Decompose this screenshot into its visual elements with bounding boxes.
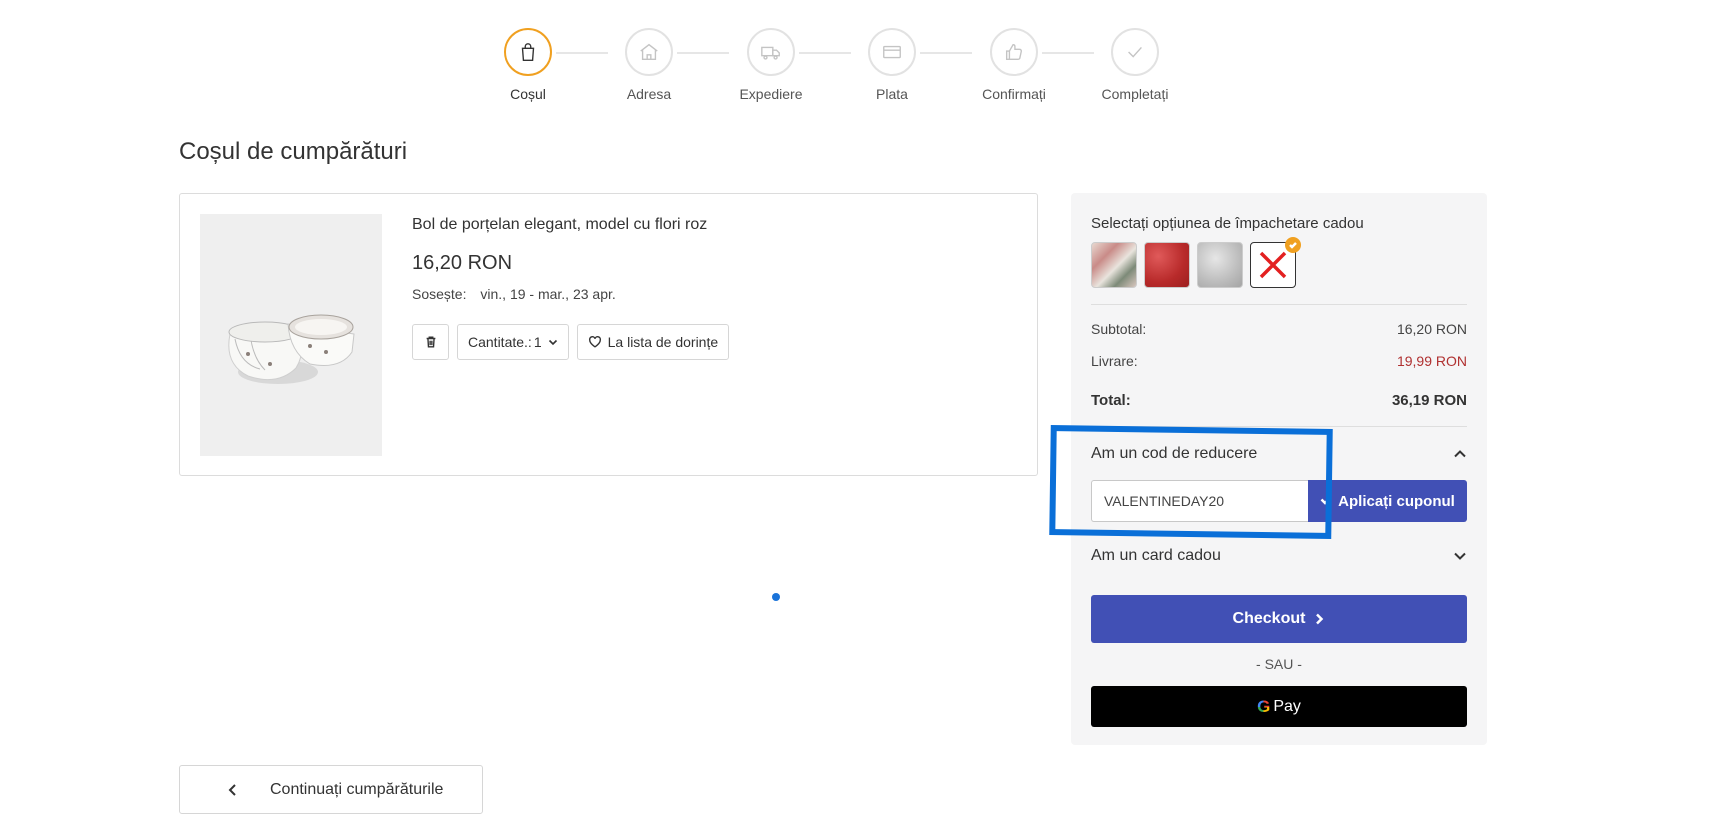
page-title: Coșul de cumpărături xyxy=(179,138,408,165)
chevron-down-icon xyxy=(1454,552,1466,560)
google-pay-button[interactable]: G Pay xyxy=(1091,686,1467,727)
step-label: Confirmați xyxy=(982,86,1046,102)
coupon-accordion-header[interactable]: Am un cod de reducere xyxy=(1091,445,1467,463)
order-summary-panel: Selectați opțiunea de împachetare cadou … xyxy=(1071,193,1487,745)
google-g-icon: G xyxy=(1257,696,1271,716)
chevron-left-icon xyxy=(228,783,236,796)
gift-wrap-red[interactable] xyxy=(1144,242,1190,288)
wishlist-label: La lista de dorințe xyxy=(607,334,719,350)
thumbs-up-icon xyxy=(990,28,1038,76)
quantity-select[interactable]: Cantitate.: 1 xyxy=(457,324,569,360)
product-price: 16,20 RON xyxy=(412,252,513,274)
checkout-label: Checkout xyxy=(1232,610,1306,627)
step-cart[interactable]: Coșul xyxy=(468,28,588,102)
checkout-stepper: Coșul Adresa Expediere Plata Confirmați … xyxy=(0,28,1709,108)
step-address[interactable]: Adresa xyxy=(589,28,709,102)
continue-shopping-button[interactable]: Continuați cumpărăturile xyxy=(179,765,483,814)
gpay-label: Pay xyxy=(1273,697,1301,715)
step-payment[interactable]: Plata xyxy=(832,28,952,102)
truck-icon xyxy=(747,28,795,76)
gift-wrap-floral[interactable] xyxy=(1091,242,1137,288)
coupon-form: Aplicați cuponul xyxy=(1091,480,1467,522)
credit-card-icon xyxy=(868,28,916,76)
total-value: 36,19 RON xyxy=(1391,392,1467,409)
product-name[interactable]: Bol de porțelan elegant, model cu flori … xyxy=(412,216,707,234)
total-row: Total: 36,19 RON xyxy=(1091,392,1467,409)
item-actions: Cantitate.: 1 La lista de dorințe xyxy=(412,324,730,360)
or-separator: - SAU - xyxy=(1256,656,1302,672)
shipping-value: 19,99 RON xyxy=(1396,353,1467,369)
step-label: Adresa xyxy=(626,86,672,102)
home-icon xyxy=(625,28,673,76)
total-label: Total: xyxy=(1091,392,1131,409)
product-image[interactable] xyxy=(200,214,382,456)
subtotal-row: Subtotal: 16,20 RON xyxy=(1091,321,1467,337)
gift-wrap-options xyxy=(1091,237,1301,288)
step-label: Expediere xyxy=(739,86,803,102)
step-label: Completați xyxy=(1101,86,1169,102)
gift-wrap-title: Selectați opțiunea de împachetare cadou xyxy=(1091,215,1364,232)
quantity-label: Cantitate.: xyxy=(468,334,532,350)
trash-icon xyxy=(426,336,435,348)
step-confirm[interactable]: Confirmați xyxy=(954,28,1074,102)
apply-coupon-button[interactable]: Aplicați cuponul xyxy=(1308,480,1467,522)
subtotal-label: Subtotal: xyxy=(1091,321,1147,337)
red-x-icon xyxy=(1259,251,1287,279)
delivery-dates: vin., 19 - mar., 23 apr. xyxy=(480,286,616,302)
subtotal-value: 16,20 RON xyxy=(1396,321,1467,337)
checkmark-icon xyxy=(1289,242,1297,249)
giftcard-header-label: Am un card cadou xyxy=(1091,547,1221,564)
continue-shopping-label: Continuați cumpărăturile xyxy=(270,780,444,798)
coupon-code-input[interactable] xyxy=(1091,480,1308,522)
divider xyxy=(1091,426,1467,427)
pagination-dot[interactable] xyxy=(772,593,780,601)
checkmark-icon xyxy=(1111,28,1159,76)
gift-wrap-none[interactable] xyxy=(1250,237,1301,288)
quantity-value: 1 xyxy=(533,334,542,350)
coupon-header-label: Am un cod de reducere xyxy=(1091,445,1258,462)
shipping-row: Livrare: 19,99 RON xyxy=(1091,353,1467,369)
divider xyxy=(1091,304,1467,305)
step-label: Coșul xyxy=(510,86,546,102)
selected-check-badge xyxy=(1285,237,1301,253)
chevron-up-icon xyxy=(1454,450,1466,458)
delivery-label: Sosește: xyxy=(412,286,467,302)
heart-icon xyxy=(588,336,601,348)
checkout-button[interactable]: Checkout xyxy=(1091,595,1467,643)
giftcard-accordion-header[interactable]: Am un card cadou xyxy=(1091,547,1467,565)
shipping-label: Livrare: xyxy=(1091,353,1138,369)
shopping-bag-icon xyxy=(504,28,552,76)
step-complete[interactable]: Completați xyxy=(1075,28,1195,102)
chevron-right-icon xyxy=(1316,613,1324,625)
step-shipping[interactable]: Expediere xyxy=(711,28,831,102)
add-to-wishlist-button[interactable]: La lista de dorințe xyxy=(576,324,730,360)
delivery-estimate: Sosește: vin., 19 - mar., 23 apr. xyxy=(412,286,616,302)
apply-coupon-label: Aplicați cuponul xyxy=(1338,492,1455,510)
chevron-down-icon xyxy=(548,339,557,346)
gift-wrap-silver[interactable] xyxy=(1197,242,1243,288)
cart-item-card: Bol de porțelan elegant, model cu flori … xyxy=(179,193,1038,476)
remove-item-button[interactable] xyxy=(412,324,449,360)
step-label: Plata xyxy=(876,86,908,102)
chevron-down-icon xyxy=(1320,498,1330,505)
